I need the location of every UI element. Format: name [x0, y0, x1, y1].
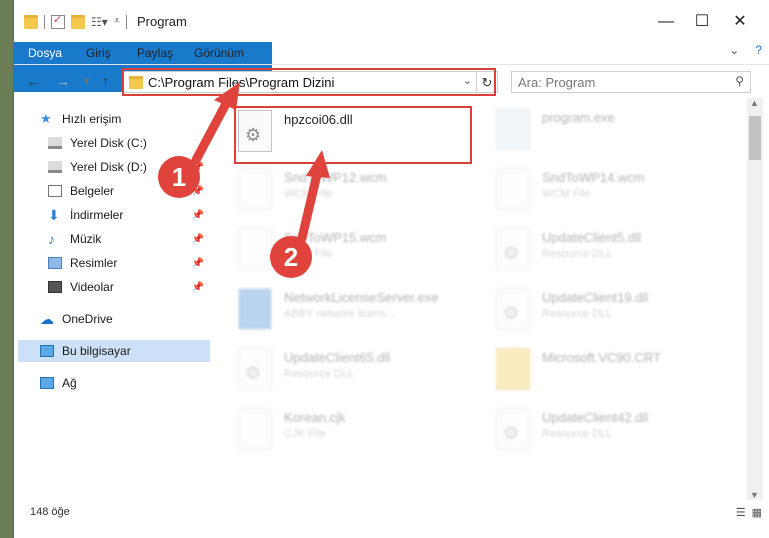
step-1-badge: 1 — [158, 156, 200, 198]
arrow-1 — [191, 82, 240, 165]
arrow-2 — [297, 150, 330, 243]
annotation-arrows — [191, 82, 330, 243]
step-2-badge: 2 — [270, 236, 312, 278]
